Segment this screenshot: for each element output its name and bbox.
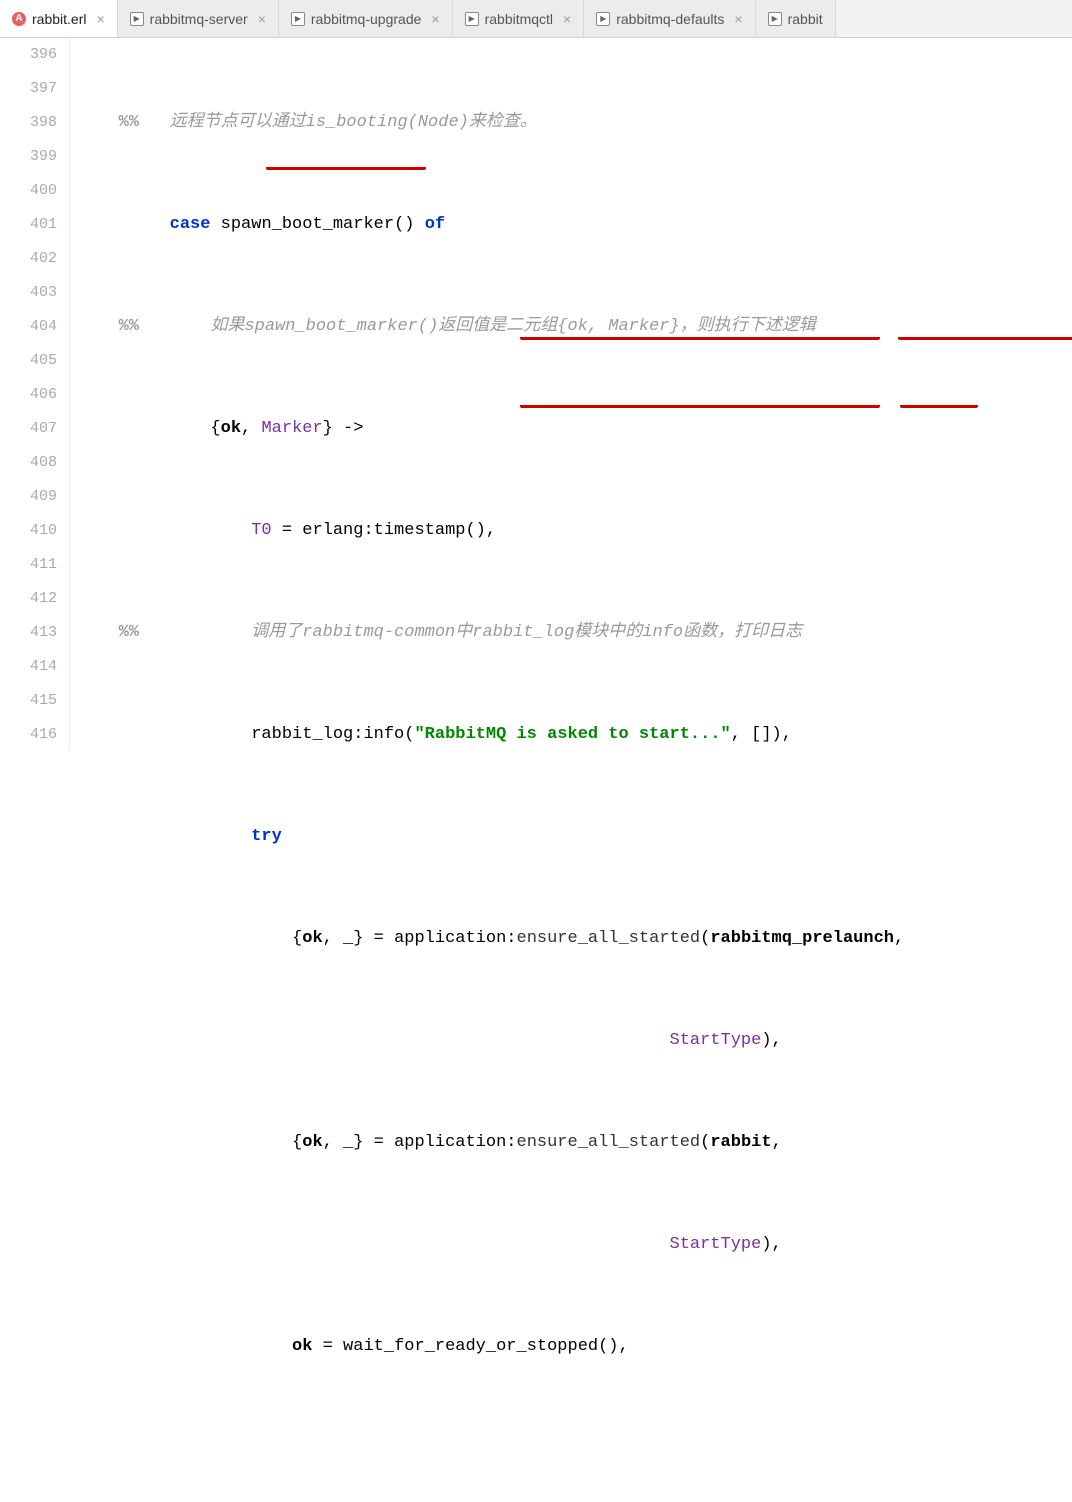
code-line[interactable]: {ok, Marker} -> (80, 412, 1072, 446)
tab-rabbit-erl[interactable]: A rabbit.erl × (0, 0, 118, 37)
line-num: 413 (0, 616, 57, 650)
atom: ok (302, 929, 322, 948)
keyword: try (251, 827, 282, 846)
code-line[interactable]: T0 = erlang:timestamp(), (80, 514, 1072, 548)
line-num: 409 (0, 480, 57, 514)
line-num: 400 (0, 174, 57, 208)
editor-tabs: A rabbit.erl × rabbitmq-server × rabbitm… (0, 0, 1072, 38)
code-editor[interactable]: 396 397 398 399 400 401 402 403 404 405 … (0, 38, 1072, 751)
annotation-underline (520, 404, 880, 408)
modified-icon: A (12, 12, 26, 26)
line-num: 403 (0, 276, 57, 310)
comment-marker: %% (119, 113, 139, 132)
line-num: 416 (0, 718, 57, 752)
code-text: } = application: (353, 929, 516, 948)
line-num: 410 (0, 514, 57, 548)
line-gutter: 396 397 398 399 400 401 402 403 404 405 … (0, 38, 70, 751)
close-icon[interactable]: × (563, 11, 571, 27)
close-icon[interactable]: × (734, 11, 742, 27)
tab-rabbit[interactable]: rabbit (756, 0, 836, 37)
line-num: 401 (0, 208, 57, 242)
keyword: case (170, 215, 211, 234)
tab-label: rabbitmqctl (485, 11, 553, 27)
close-icon[interactable]: × (431, 11, 439, 27)
keyword: of (425, 215, 445, 234)
tab-label: rabbitmq-server (150, 11, 248, 27)
line-num: 411 (0, 548, 57, 582)
variable: StartType (670, 1235, 762, 1254)
code-line[interactable] (80, 1432, 1072, 1466)
atom: ok (302, 1133, 322, 1152)
tab-label: rabbitmq-upgrade (311, 11, 422, 27)
string: "RabbitMQ is asked to start..." (414, 725, 730, 744)
tab-rabbitmq-server[interactable]: rabbitmq-server × (118, 0, 279, 37)
script-icon (130, 12, 144, 26)
annotation-underline (898, 336, 1072, 340)
comment-marker: %% (119, 317, 139, 336)
code-text: spawn_boot_marker() (210, 215, 424, 234)
comment-text: 如果spawn_boot_marker()返回值是二元组{ok, Marker}… (210, 317, 815, 336)
comment-text: 调用了rabbitmq-common中rabbit_log模块中的info函数，… (251, 623, 802, 642)
line-num: 405 (0, 344, 57, 378)
tab-label: rabbit.erl (32, 11, 86, 27)
tab-rabbitmq-defaults[interactable]: rabbitmq-defaults × (584, 0, 755, 37)
code-line[interactable]: StartType), (80, 1024, 1072, 1058)
line-num: 408 (0, 446, 57, 480)
code-area[interactable]: %% 远程节点可以通过is_booting(Node)来检查。 case spa… (80, 38, 1072, 751)
variable: StartType (670, 1031, 762, 1050)
script-icon (768, 12, 782, 26)
line-num: 415 (0, 684, 57, 718)
line-num: 414 (0, 650, 57, 684)
atom: ok (292, 1337, 312, 1356)
code-text: rabbit_log:info( (251, 725, 414, 744)
line-num: 402 (0, 242, 57, 276)
annotation-underline (900, 404, 978, 408)
code-text: } = application: (353, 1133, 516, 1152)
code-line[interactable]: ok = wait_for_ready_or_stopped(), (80, 1330, 1072, 1364)
atom: ok (221, 419, 241, 438)
code-line[interactable]: %% 远程节点可以通过is_booting(Node)来检查。 (80, 106, 1072, 140)
comment-marker: %% (119, 623, 139, 642)
comment-text: 远程节点可以通过is_booting(Node)来检查。 (170, 113, 537, 132)
tab-rabbitmq-upgrade[interactable]: rabbitmq-upgrade × (279, 0, 453, 37)
line-num: 406 (0, 378, 57, 412)
annotation-underline (520, 336, 880, 340)
line-num: 396 (0, 38, 57, 72)
atom: rabbit (710, 1133, 771, 1152)
line-num: 398 (0, 106, 57, 140)
annotation-underline (266, 166, 426, 170)
script-icon (291, 12, 305, 26)
change-marker-strip (70, 38, 80, 751)
line-num: 412 (0, 582, 57, 616)
line-num: 399 (0, 140, 57, 174)
code-text: , []), (731, 725, 792, 744)
close-icon[interactable]: × (96, 11, 104, 27)
script-icon (465, 12, 479, 26)
code-text: = erlang:timestamp(), (272, 521, 496, 540)
atom: rabbitmq_prelaunch (710, 929, 894, 948)
code-line[interactable]: StartType), (80, 1228, 1072, 1262)
function: ensure_all_started (517, 929, 701, 948)
code-line[interactable]: %% 调用了rabbitmq-common中rabbit_log模块中的info… (80, 616, 1072, 650)
code-line[interactable]: case spawn_boot_marker() of (80, 208, 1072, 242)
code-line[interactable]: {ok, _} = application:ensure_all_started… (80, 1126, 1072, 1160)
line-num: 407 (0, 412, 57, 446)
tab-label: rabbitmq-defaults (616, 11, 724, 27)
tab-rabbitmqctl[interactable]: rabbitmqctl × (453, 0, 585, 37)
script-icon (596, 12, 610, 26)
code-line[interactable]: try (80, 820, 1072, 854)
variable: T0 (251, 521, 271, 540)
function: ensure_all_started (517, 1133, 701, 1152)
close-icon[interactable]: × (258, 11, 266, 27)
code-text: = wait_for_ready_or_stopped(), (312, 1337, 628, 1356)
variable: Marker (261, 419, 322, 438)
code-line[interactable]: rabbit_log:info("RabbitMQ is asked to st… (80, 718, 1072, 752)
line-num: 397 (0, 72, 57, 106)
tab-label: rabbit (788, 11, 823, 27)
line-num: 404 (0, 310, 57, 344)
code-line[interactable]: {ok, _} = application:ensure_all_started… (80, 922, 1072, 956)
